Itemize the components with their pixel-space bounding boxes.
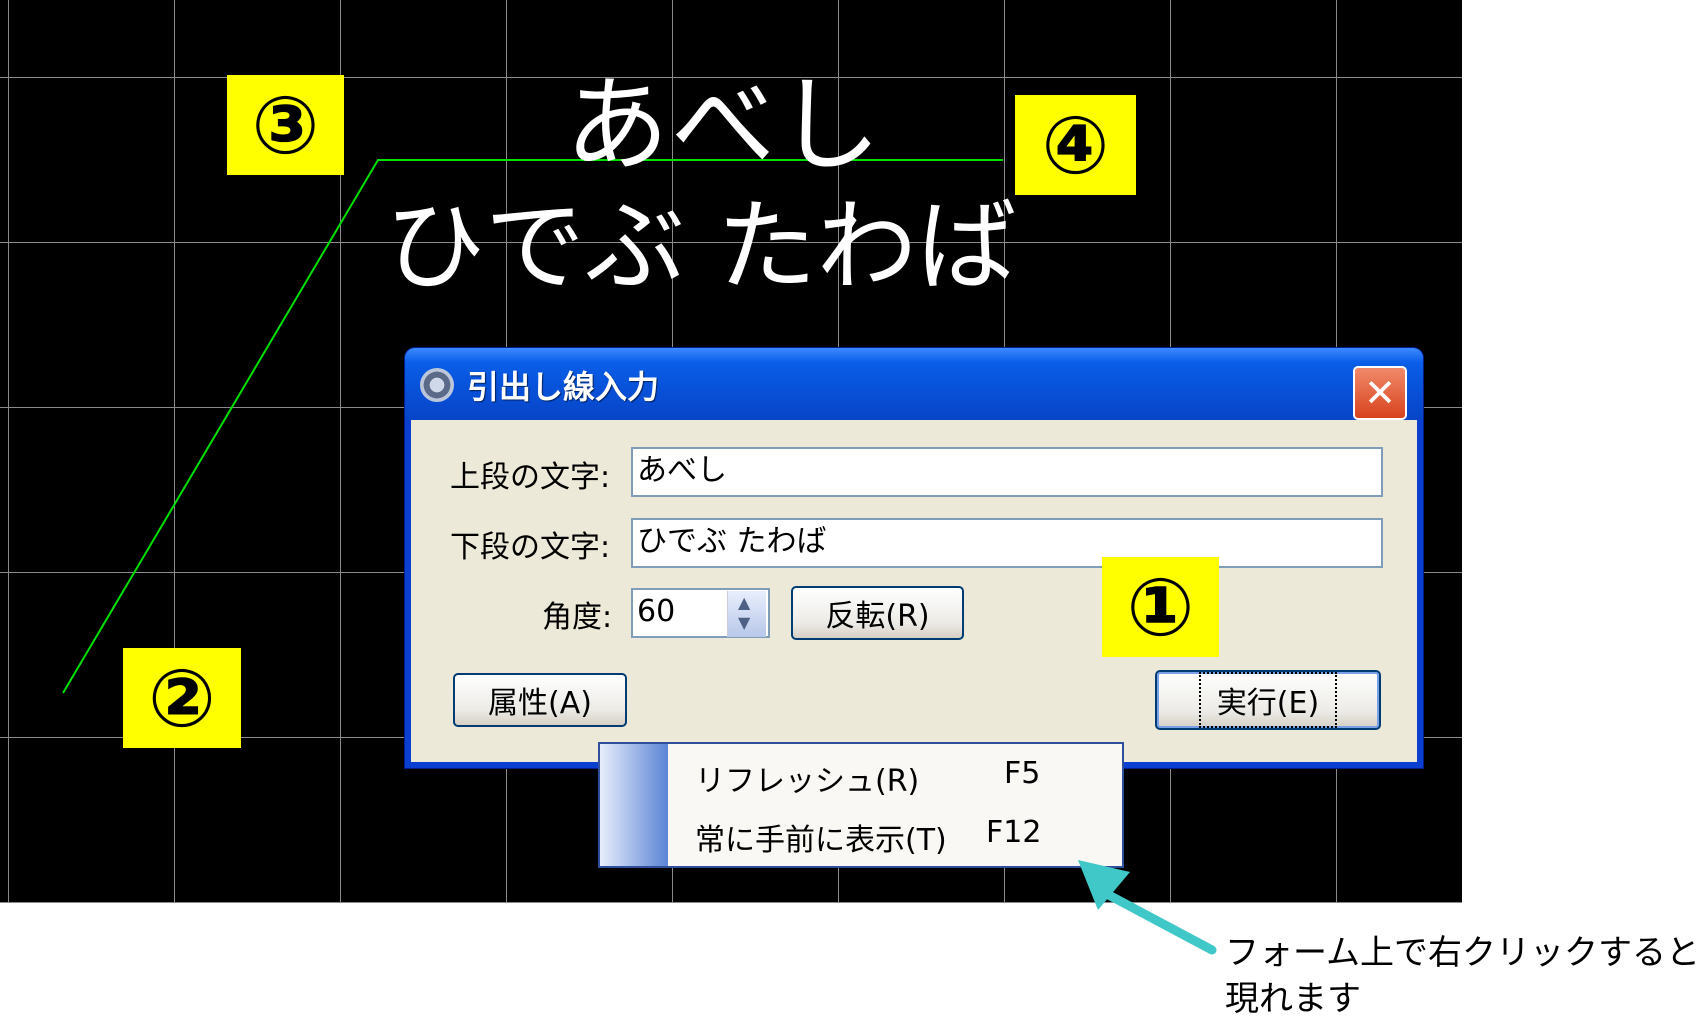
annotation-line-2: 現れます [1225,979,1361,1019]
arrow-shaft [1100,888,1217,955]
annotation-note: フォーム上で右クリックすると 現れます [1225,930,1700,1022]
pointer-arrow [1078,860,1217,955]
annotation-line-1: フォーム上で右クリックすると [1225,933,1700,973]
